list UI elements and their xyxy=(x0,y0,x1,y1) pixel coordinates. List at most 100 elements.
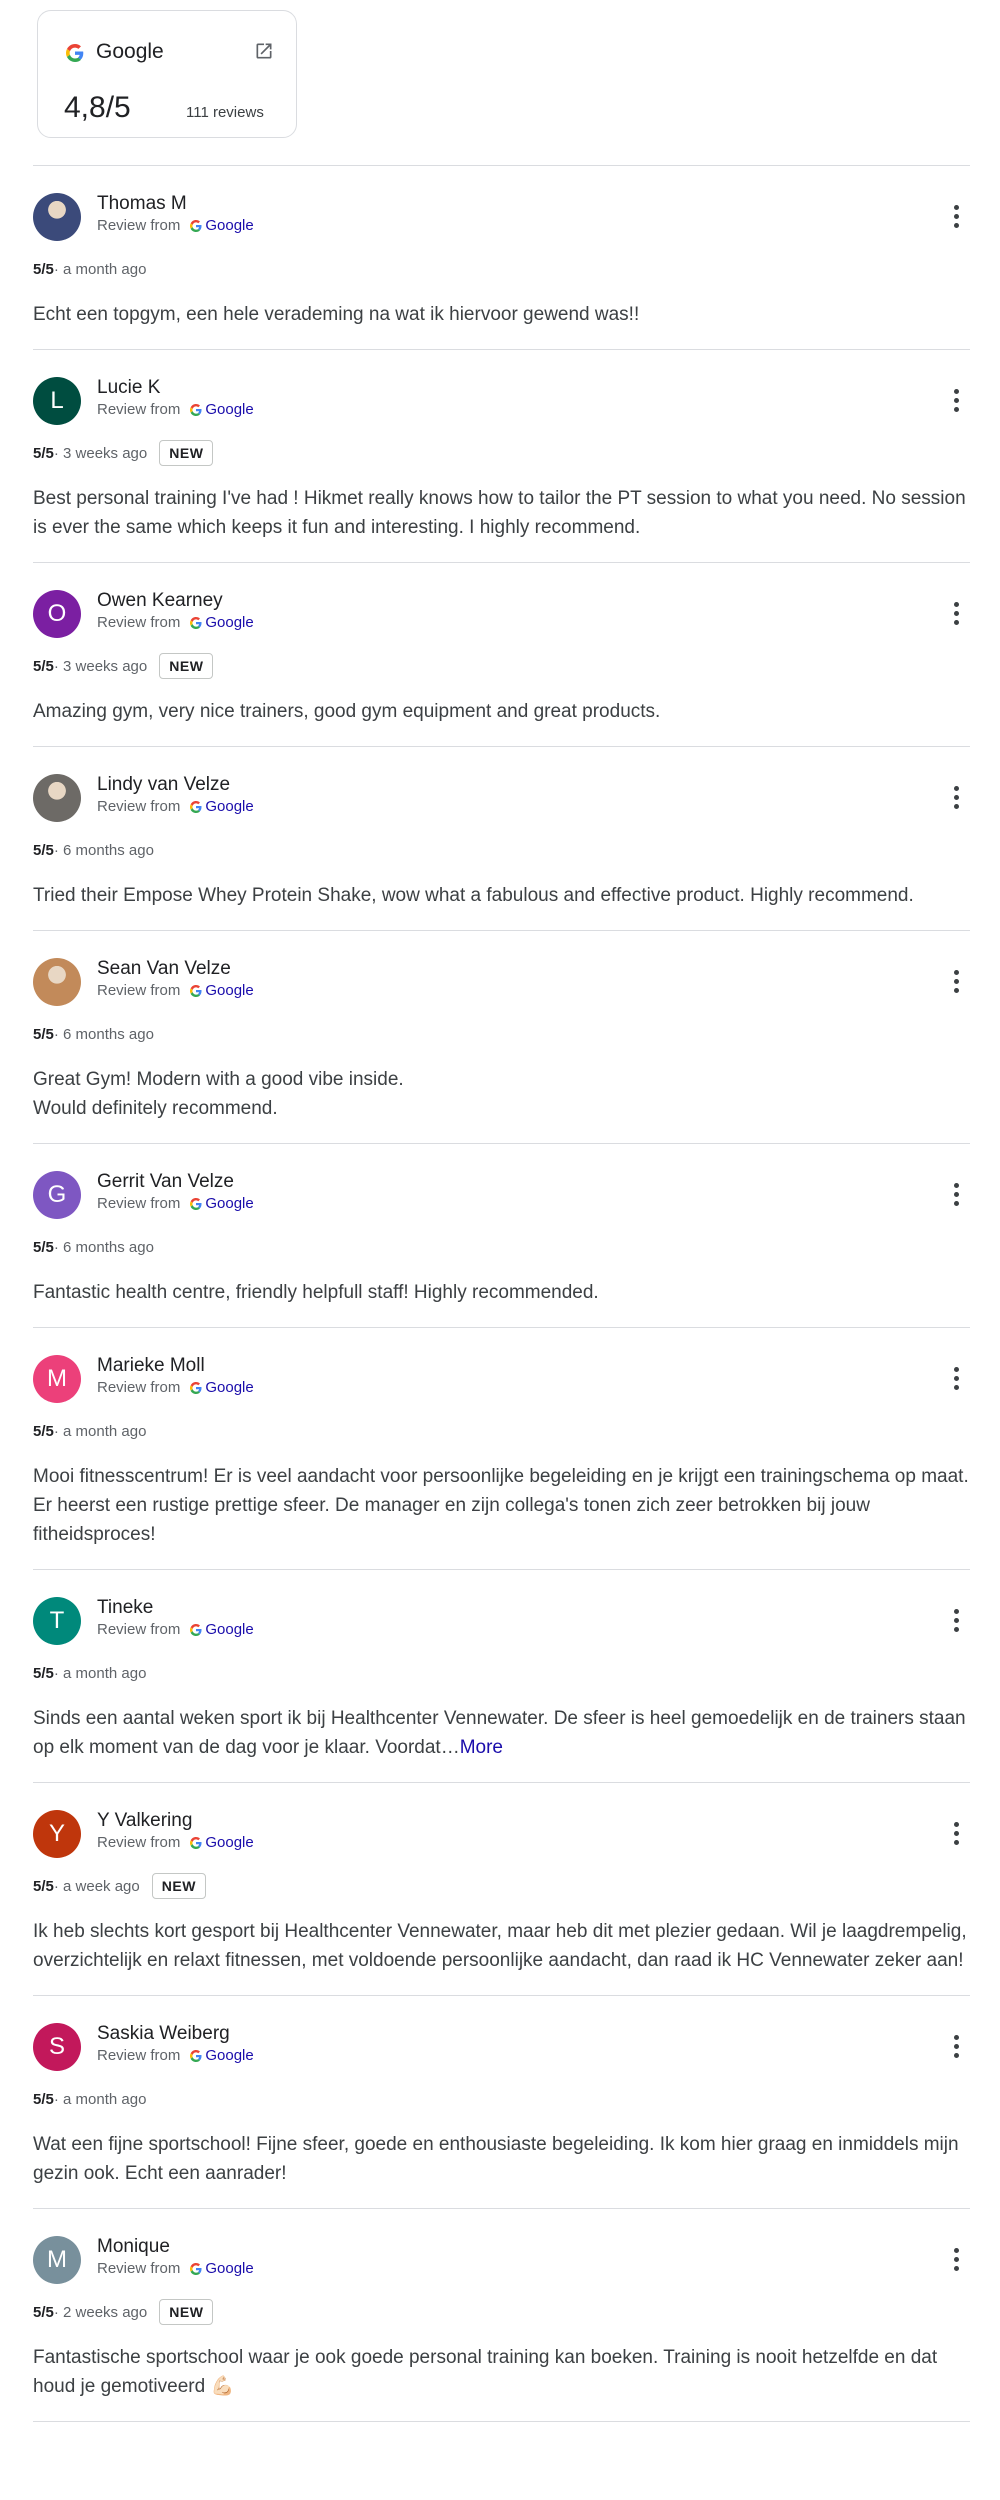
external-link-icon[interactable] xyxy=(254,41,274,66)
review-text: Wat een fijne sportschool! Fijne sfeer, … xyxy=(33,2130,970,2188)
review-meta: 5/5 · a month ago xyxy=(33,1416,970,1446)
reviewer-avatar[interactable]: S xyxy=(33,2023,81,2071)
google-g-icon xyxy=(190,615,202,635)
reviewer-avatar[interactable] xyxy=(33,193,81,241)
review-score: 5/5 xyxy=(33,2090,54,2108)
google-link[interactable]: Google xyxy=(205,614,253,631)
more-options-icon[interactable] xyxy=(954,1822,960,1849)
reviewer-avatar[interactable] xyxy=(33,774,81,822)
reviewer-name[interactable]: Lindy van Velze xyxy=(97,774,254,796)
reviewer-name[interactable]: Gerrit Van Velze xyxy=(97,1171,254,1193)
review-source: Review from Google xyxy=(97,216,254,238)
more-options-icon[interactable] xyxy=(954,786,960,813)
reviewer-name[interactable]: Monique xyxy=(97,2236,254,2258)
google-link[interactable]: Google xyxy=(205,982,253,999)
review-body: Amazing gym, very nice trainers, good gy… xyxy=(33,701,661,722)
google-link[interactable]: Google xyxy=(205,1195,253,1212)
reviewer-avatar[interactable]: G xyxy=(33,1171,81,1219)
reviewer-avatar[interactable]: O xyxy=(33,590,81,638)
google-link[interactable]: Google xyxy=(205,217,253,234)
review-text: Sinds een aantal weken sport ik bij Heal… xyxy=(33,1704,970,1762)
review-source: Review from Google xyxy=(97,400,254,422)
reviewer-name[interactable]: Tineke xyxy=(97,1597,254,1619)
review-meta: 5/5 · 2 weeks ago NEW xyxy=(33,2297,970,2327)
reviewer-name[interactable]: Saskia Weiberg xyxy=(97,2023,254,2045)
review-source: Review from Google xyxy=(97,613,254,635)
review-source: Review from Google xyxy=(97,981,254,1003)
google-link[interactable]: Google xyxy=(205,798,253,815)
new-badge: NEW xyxy=(159,440,214,466)
reviewer-avatar[interactable]: L xyxy=(33,377,81,425)
review-body: Great Gym! Modern with a good vibe insid… xyxy=(33,1069,404,1119)
review-score: 5/5 xyxy=(33,1025,54,1043)
reviewer-name[interactable]: Lucie K xyxy=(97,377,254,399)
more-options-icon[interactable] xyxy=(954,205,960,232)
google-g-icon xyxy=(190,2048,202,2068)
reviewer-name[interactable]: Y Valkering xyxy=(97,1810,254,1832)
reviewer-avatar[interactable]: Y xyxy=(33,1810,81,1858)
review-from-label: Review from xyxy=(97,2047,181,2064)
google-link[interactable]: Google xyxy=(205,401,253,418)
review-meta: 5/5 · 6 months ago xyxy=(33,1019,970,1049)
google-link[interactable]: Google xyxy=(205,1621,253,1638)
google-link[interactable]: Google xyxy=(205,2047,253,2064)
review-text: Fantastic health centre, friendly helpfu… xyxy=(33,1278,970,1307)
reviewer-name[interactable]: Owen Kearney xyxy=(97,590,254,612)
review-time: · a month ago xyxy=(53,260,147,278)
review-time: · a month ago xyxy=(53,2090,147,2108)
more-link[interactable]: More xyxy=(460,1737,503,1758)
more-options-icon[interactable] xyxy=(954,389,960,416)
review-meta: 5/5 · a week ago NEW xyxy=(33,1871,970,1901)
review-meta: 5/5 · 6 months ago xyxy=(33,835,970,865)
reviewer-name[interactable]: Marieke Moll xyxy=(97,1355,254,1377)
more-options-icon[interactable] xyxy=(954,1367,960,1394)
review-from-label: Review from xyxy=(97,982,181,999)
review-score: 5/5 xyxy=(33,1238,54,1256)
reviewer-avatar[interactable]: M xyxy=(33,1355,81,1403)
more-options-icon[interactable] xyxy=(954,2248,960,2275)
new-badge: NEW xyxy=(159,653,214,679)
review-from-label: Review from xyxy=(97,1834,181,1851)
new-badge: NEW xyxy=(151,1873,206,1899)
review-text: Amazing gym, very nice trainers, good gy… xyxy=(33,697,970,726)
reviewer-avatar[interactable] xyxy=(33,958,81,1006)
google-g-icon xyxy=(190,1380,202,1400)
reviewer-name[interactable]: Thomas M xyxy=(97,193,254,215)
review-time: · a month ago xyxy=(53,1664,147,1682)
review-list: Thomas M Review from Google 5/5 · a month… xyxy=(33,165,970,2422)
review-card: L Lucie K Review from Google 5/5 · 3 week… xyxy=(33,349,970,542)
google-g-icon xyxy=(190,402,202,422)
review-time: · 6 months ago xyxy=(53,1025,154,1043)
review-body: Best personal training I've had ! Hikmet… xyxy=(33,488,966,538)
google-g-icon xyxy=(190,983,202,1003)
reviewer-avatar[interactable]: T xyxy=(33,1597,81,1645)
review-meta: 5/5 · 3 weeks ago NEW xyxy=(33,651,970,681)
more-options-icon[interactable] xyxy=(954,1609,960,1636)
review-card: Thomas M Review from Google 5/5 · a month… xyxy=(33,165,970,329)
google-link[interactable]: Google xyxy=(205,1379,253,1396)
review-card: O Owen Kearney Review from Google 5/5 · 3… xyxy=(33,562,970,726)
review-card: M Marieke Moll Review from Google 5/5 · a… xyxy=(33,1327,970,1549)
reviewer-avatar[interactable]: M xyxy=(33,2236,81,2284)
review-text: Fantastische sportschool waar je ook goe… xyxy=(33,2343,970,2401)
more-options-icon[interactable] xyxy=(954,1183,960,1210)
review-time: · a week ago xyxy=(53,1877,140,1895)
review-body: Wat een fijne sportschool! Fijne sfeer, … xyxy=(33,2134,959,2184)
review-from-label: Review from xyxy=(97,2260,181,2277)
review-meta: 5/5 · 6 months ago xyxy=(33,1232,970,1262)
google-g-icon xyxy=(66,44,84,67)
more-options-icon[interactable] xyxy=(954,2035,960,2062)
review-score: 5/5 xyxy=(33,444,54,462)
review-text: Great Gym! Modern with a good vibe insid… xyxy=(33,1065,970,1123)
google-g-icon xyxy=(190,218,202,238)
review-text: Mooi fitnesscentrum! Er is veel aandacht… xyxy=(33,1462,970,1549)
google-rating-summary: Google 4,8/5 111 reviews xyxy=(37,10,297,138)
review-text: Best personal training I've had ! Hikmet… xyxy=(33,484,970,542)
google-link[interactable]: Google xyxy=(205,1834,253,1851)
review-body: Fantastic health centre, friendly helpfu… xyxy=(33,1282,599,1303)
reviewer-name[interactable]: Sean Van Velze xyxy=(97,958,254,980)
review-from-label: Review from xyxy=(97,614,181,631)
google-link[interactable]: Google xyxy=(205,2260,253,2277)
more-options-icon[interactable] xyxy=(954,970,960,997)
more-options-icon[interactable] xyxy=(954,602,960,629)
